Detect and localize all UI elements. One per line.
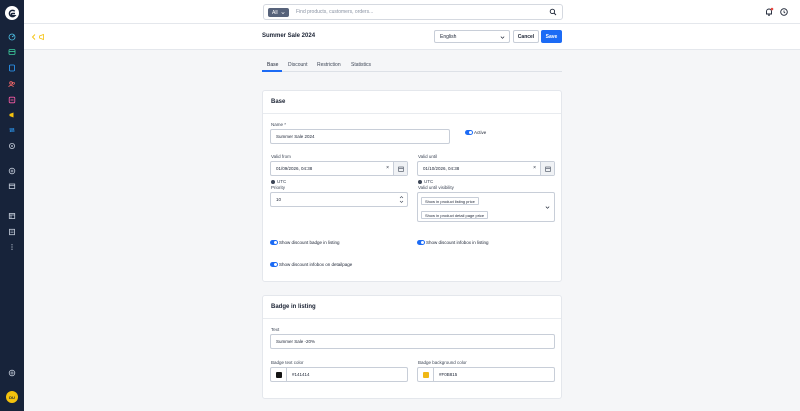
settings-icon[interactable] <box>7 141 17 151</box>
valid-until-value: 01/10/2026, 04:38 <box>423 166 460 171</box>
customers-icon[interactable] <box>7 79 17 89</box>
color-swatch[interactable] <box>271 368 287 381</box>
badge-bg-color-label: Badge background color <box>418 360 467 365</box>
notifications-icon[interactable] <box>764 7 774 17</box>
language-value: English <box>440 34 457 40</box>
visibility-label: Valid until visibility <box>418 185 454 190</box>
dashboard-icon[interactable] <box>7 32 17 42</box>
active-label: Active <box>474 130 487 135</box>
top-bar: All Find products, customers, orders... <box>24 0 800 24</box>
badge-text-color-value: #141414 <box>292 372 310 377</box>
tab-discount[interactable]: Discount <box>288 62 307 68</box>
logo-icon[interactable] <box>5 6 19 20</box>
chevron-down-icon[interactable] <box>545 205 550 210</box>
help-icon[interactable] <box>7 368 17 378</box>
search-scope-select[interactable]: All <box>268 8 289 17</box>
valid-from-field[interactable]: 01/09/2026, 04:38 × <box>270 161 408 176</box>
color-swatch[interactable] <box>418 368 434 381</box>
badge-bg-color-value: #F0B815 <box>439 372 458 377</box>
globe-icon <box>418 179 422 184</box>
tab-base[interactable]: Base <box>267 62 278 68</box>
calendar-icon[interactable] <box>393 162 407 175</box>
badge-bg-color-field[interactable]: #F0B815 <box>417 367 555 382</box>
visibility-multiselect[interactable]: Show in product listing price Show in pr… <box>417 192 555 222</box>
name-value: Summer Sale 2024 <box>276 134 315 139</box>
chevron-down-icon <box>500 36 505 39</box>
divider <box>263 113 561 114</box>
tab-bar: Base Discount Restriction Statistics <box>262 60 562 72</box>
priority-label: Priority <box>271 185 286 190</box>
card-title: Base <box>271 99 286 105</box>
avatar[interactable]: DU <box>6 391 18 403</box>
priority-value: 10 <box>276 197 282 202</box>
visibility-chip[interactable]: Show in product detail page price <box>421 211 489 219</box>
infobox-listing-label: Show discount infobox in listing <box>426 240 489 245</box>
valid-from-value: 01/09/2026, 04:38 <box>276 166 313 171</box>
extensions-icon[interactable] <box>7 125 17 135</box>
card-title: Badge in listing <box>271 304 316 310</box>
cancel-button[interactable]: Cancel <box>513 30 539 43</box>
catalog-icon[interactable] <box>7 47 17 57</box>
valid-from-label: Valid from <box>271 154 291 159</box>
badge-text-field[interactable]: Summer Sale -20% <box>270 334 555 349</box>
globe-icon <box>271 179 275 184</box>
badge-listing-label: Show discount badge in listing <box>279 240 340 245</box>
valid-until-label: Valid until <box>418 154 438 159</box>
clear-icon[interactable]: × <box>386 165 389 171</box>
search-input[interactable]: Find products, customers, orders... <box>296 9 373 15</box>
badge-listing-toggle[interactable] <box>270 240 278 245</box>
search-scope-label: All <box>272 9 278 16</box>
utc-label: UTC <box>277 179 287 184</box>
active-toggle[interactable] <box>465 130 473 135</box>
utc-label: UTC <box>424 179 434 184</box>
back-chevron-icon[interactable] <box>30 33 38 41</box>
tab-statistics[interactable]: Statistics <box>351 62 371 68</box>
active-tab-indicator <box>262 70 282 72</box>
valid-until-timezone: UTC <box>418 179 433 184</box>
marketing-icon[interactable] <box>7 110 17 120</box>
tab-restriction[interactable]: Restriction <box>317 62 341 68</box>
content-icon[interactable] <box>7 95 17 105</box>
name-label: Name * <box>271 122 287 127</box>
global-search[interactable]: All Find products, customers, orders... <box>263 4 563 20</box>
language-select[interactable]: English <box>434 30 510 43</box>
infobox-detail-label: Show discount infobox on detailpage <box>279 262 353 267</box>
infobox-listing-toggle[interactable] <box>417 240 425 245</box>
valid-from-timezone: UTC <box>271 179 286 184</box>
badge-text-color-label: Badge text color <box>271 360 304 365</box>
chevron-down-icon <box>281 11 285 14</box>
page-header: Summer Sale 2024 English Cancel Save <box>24 24 800 50</box>
headless-icon[interactable] <box>7 227 17 237</box>
sidebar: DU <box>0 0 24 411</box>
sales-channel-add-icon[interactable] <box>7 166 17 176</box>
stepper-icon[interactable] <box>399 194 404 205</box>
more-icon[interactable] <box>7 242 17 252</box>
name-field[interactable]: Summer Sale 2024 <box>270 129 450 144</box>
swatch-color <box>275 371 282 378</box>
search-icon[interactable] <box>549 8 557 16</box>
storefront-icon[interactable] <box>7 181 17 191</box>
infobox-detail-toggle[interactable] <box>270 262 278 267</box>
valid-until-field[interactable]: 01/10/2026, 04:38 × <box>417 161 555 176</box>
badge-text-value: Summer Sale -20% <box>276 339 316 344</box>
base-card: Base Name * Summer Sale 2024 Active Vali… <box>262 90 562 282</box>
badge-card: Badge in listing Text Summer Sale -20% B… <box>262 295 562 399</box>
priority-field[interactable]: 10 <box>270 192 408 207</box>
swatch-color <box>422 371 429 378</box>
divider <box>263 318 561 319</box>
calendar-icon[interactable] <box>540 162 554 175</box>
badge-text-color-field[interactable]: #141414 <box>270 367 408 382</box>
help-circle-icon[interactable] <box>779 7 789 17</box>
visibility-chip[interactable]: Show in product listing price <box>421 197 479 205</box>
sales-channels-icon[interactable] <box>7 211 17 221</box>
clear-icon[interactable]: × <box>533 165 536 171</box>
page-title: Summer Sale 2024 <box>262 33 316 39</box>
orders-icon[interactable] <box>7 63 17 73</box>
marketing-icon <box>39 33 44 41</box>
save-button[interactable]: Save <box>541 30 562 43</box>
badge-text-label: Text <box>271 327 280 332</box>
